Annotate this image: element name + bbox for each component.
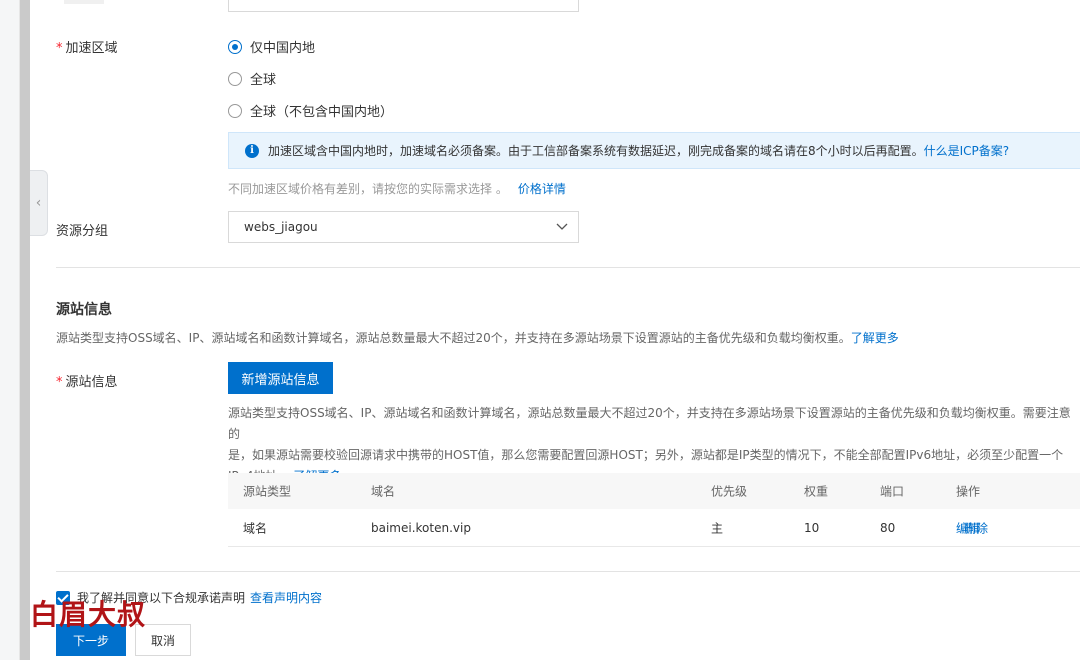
- price-hint: 不同加速区域价格有差别，请按您的实际需求选择 。价格详情: [228, 180, 566, 197]
- origin-section-desc: 源站类型支持OSS域名、IP、源站域名和函数计算域名，源站总数量最大不超过20个…: [56, 329, 899, 346]
- chevron-down-icon: [556, 223, 568, 230]
- view-statement-link[interactable]: 查看声明内容: [250, 589, 322, 606]
- watermark-logo: 白眉大叔: [30, 598, 147, 631]
- clipped-field-label: [64, 0, 104, 4]
- footer-divider: [56, 571, 1080, 572]
- header-port: 端口: [880, 484, 905, 499]
- cell-port: 80: [880, 520, 896, 535]
- section-divider: [56, 267, 1080, 268]
- left-rail: [0, 0, 30, 660]
- radio-label: 全球（不包含中国内地）: [250, 105, 394, 120]
- chevron-left-icon: ‹: [35, 195, 42, 211]
- origin-desc-line: 源站类型支持OSS域名、IP、源站域名和函数计算域名，源站总数量最大不超过20个…: [228, 406, 1071, 441]
- delete-link[interactable]: 删除: [964, 519, 988, 536]
- collapse-sidebar-tab[interactable]: ‹: [30, 170, 48, 236]
- header-type: 源站类型: [243, 484, 292, 499]
- radio-china-mainland[interactable]: 仅中国内地: [228, 37, 315, 56]
- required-mark: *: [56, 41, 63, 56]
- origin-field-label: * 源站信息: [56, 371, 118, 390]
- accel-region-label-text: 加速区域: [65, 41, 118, 56]
- origin-table: 源站类型 域名 优先级 权重 端口 操作 域名 baimei.koten.vip…: [228, 473, 1080, 547]
- learn-more-link[interactable]: 了解更多: [851, 331, 899, 345]
- select-value: webs_jiagou: [244, 220, 318, 234]
- origin-section-title: 源站信息: [56, 302, 112, 318]
- clipped-select[interactable]: [228, 0, 579, 12]
- cell-weight: 10: [804, 520, 820, 535]
- cell-domain: baimei.koten.vip: [371, 520, 471, 535]
- resource-group-select[interactable]: webs_jiagou: [228, 211, 579, 243]
- radio-label: 全球: [250, 73, 277, 88]
- radio-global[interactable]: 全球: [228, 69, 276, 88]
- radio-label: 仅中国内地: [250, 41, 316, 56]
- origin-field-label-text: 源站信息: [65, 375, 118, 390]
- table-row: 域名 baimei.koten.vip 主 10 80 编辑 删除: [228, 509, 1080, 547]
- header-weight: 权重: [804, 484, 829, 499]
- table-header: 源站类型 域名 优先级 权重 端口 操作: [228, 473, 1080, 509]
- origin-desc-line: 是，如果源站需要校验回源请求中携带的HOST值，那么您需要配置回源HOST；另外…: [228, 448, 1064, 462]
- resource-group-label: 资源分组: [56, 224, 109, 239]
- info-icon: i: [245, 143, 259, 158]
- cell-priority: 主: [711, 521, 724, 535]
- price-details-link[interactable]: 价格详情: [518, 182, 566, 196]
- icp-help-link[interactable]: 什么是ICP备案?: [924, 142, 1010, 159]
- radio-button[interactable]: [228, 103, 242, 118]
- cell-type: 域名: [243, 521, 268, 535]
- icp-info-banner: i 加速区域含中国内地时，加速域名必须备案。由于工信部备案系统有数据延迟，刚完成…: [228, 132, 1080, 169]
- radio-button-checked[interactable]: [228, 39, 242, 54]
- radio-button[interactable]: [228, 71, 242, 86]
- required-mark: *: [56, 375, 63, 390]
- header-domain: 域名: [371, 484, 396, 499]
- price-hint-text: 不同加速区域价格有差别，请按您的实际需求选择 。: [228, 182, 508, 196]
- banner-text: 加速区域含中国内地时，加速域名必须备案。由于工信部备案系统有数据延迟，刚完成备案…: [268, 144, 924, 158]
- origin-section-desc-text: 源站类型支持OSS域名、IP、源站域名和函数计算域名，源站总数量最大不超过20个…: [56, 331, 851, 345]
- header-priority: 优先级: [711, 484, 748, 499]
- accel-region-label: * 加速区域: [56, 37, 118, 56]
- header-actions: 操作: [956, 484, 981, 499]
- radio-global-excl-china[interactable]: 全球（不包含中国内地）: [228, 101, 393, 120]
- add-origin-button[interactable]: 新增源站信息: [228, 362, 333, 394]
